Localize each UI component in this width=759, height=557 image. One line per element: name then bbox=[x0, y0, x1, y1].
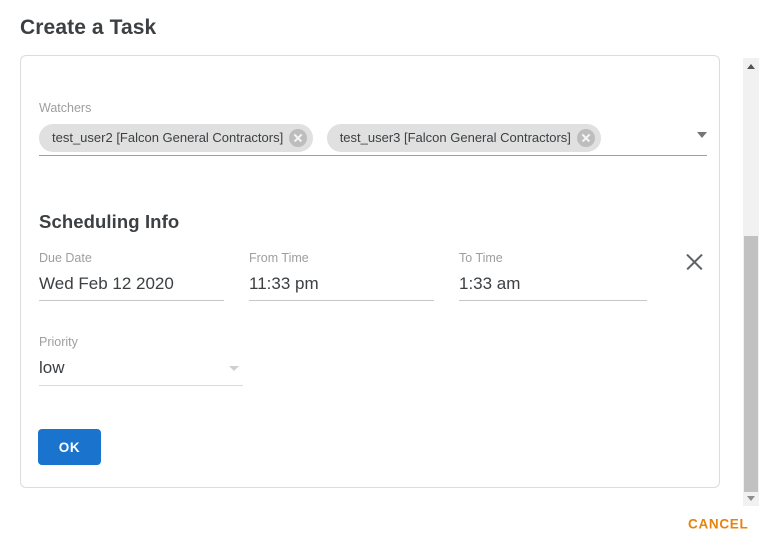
from-time-input[interactable]: 11:33 pm bbox=[249, 273, 434, 301]
chevron-down-icon[interactable] bbox=[697, 132, 707, 138]
watchers-field-group: Watchers test_user2 [Falcon General Cont… bbox=[39, 101, 707, 156]
chip-close-icon[interactable] bbox=[289, 129, 308, 147]
scrollbar-thumb[interactable] bbox=[744, 236, 758, 492]
ok-button[interactable]: OK bbox=[38, 429, 101, 465]
arrow-up-icon[interactable] bbox=[743, 58, 759, 74]
from-time-label: From Time bbox=[249, 251, 309, 265]
vertical-scrollbar[interactable] bbox=[743, 58, 759, 506]
due-date-field-group: Due Date Wed Feb 12 2020 bbox=[39, 251, 224, 301]
due-date-label: Due Date bbox=[39, 251, 92, 265]
to-time-input[interactable]: 1:33 am bbox=[459, 273, 647, 301]
arrow-down-icon[interactable] bbox=[743, 490, 759, 506]
to-time-label: To Time bbox=[459, 251, 503, 265]
create-task-dialog: Create a Task Watchers test_user2 [Falco… bbox=[0, 0, 759, 557]
cancel-button[interactable]: CANCEL bbox=[688, 517, 748, 532]
chip-close-icon[interactable] bbox=[576, 129, 595, 147]
watcher-chip-label: test_user2 [Falcon General Contractors] bbox=[52, 130, 284, 145]
task-form-card: Watchers test_user2 [Falcon General Cont… bbox=[20, 55, 720, 488]
watcher-chip[interactable]: test_user2 [Falcon General Contractors] bbox=[39, 124, 314, 152]
close-icon[interactable] bbox=[684, 251, 706, 273]
from-time-field-group: From Time 11:33 pm bbox=[249, 251, 434, 301]
priority-selected-value: low bbox=[39, 358, 65, 377]
scheduling-fields-row: Due Date Wed Feb 12 2020 From Time 11:33… bbox=[39, 251, 707, 306]
to-time-field-group: To Time 1:33 am bbox=[459, 251, 647, 301]
scheduling-info-heading: Scheduling Info bbox=[39, 211, 180, 232]
watcher-chip-label: test_user3 [Falcon General Contractors] bbox=[339, 130, 571, 145]
priority-field-group: Priority low bbox=[39, 335, 243, 386]
watchers-chips-row[interactable]: test_user2 [Falcon General Contractors] … bbox=[39, 124, 707, 156]
task-form-scroll-content: Watchers test_user2 [Falcon General Cont… bbox=[21, 56, 719, 487]
watcher-chip[interactable]: test_user3 [Falcon General Contractors] bbox=[326, 124, 601, 152]
chevron-down-icon[interactable] bbox=[229, 366, 239, 371]
watchers-label: Watchers bbox=[39, 101, 92, 115]
due-date-input[interactable]: Wed Feb 12 2020 bbox=[39, 273, 224, 301]
priority-select[interactable]: low bbox=[39, 357, 243, 386]
priority-label: Priority bbox=[39, 335, 78, 349]
page-title: Create a Task bbox=[20, 16, 157, 39]
